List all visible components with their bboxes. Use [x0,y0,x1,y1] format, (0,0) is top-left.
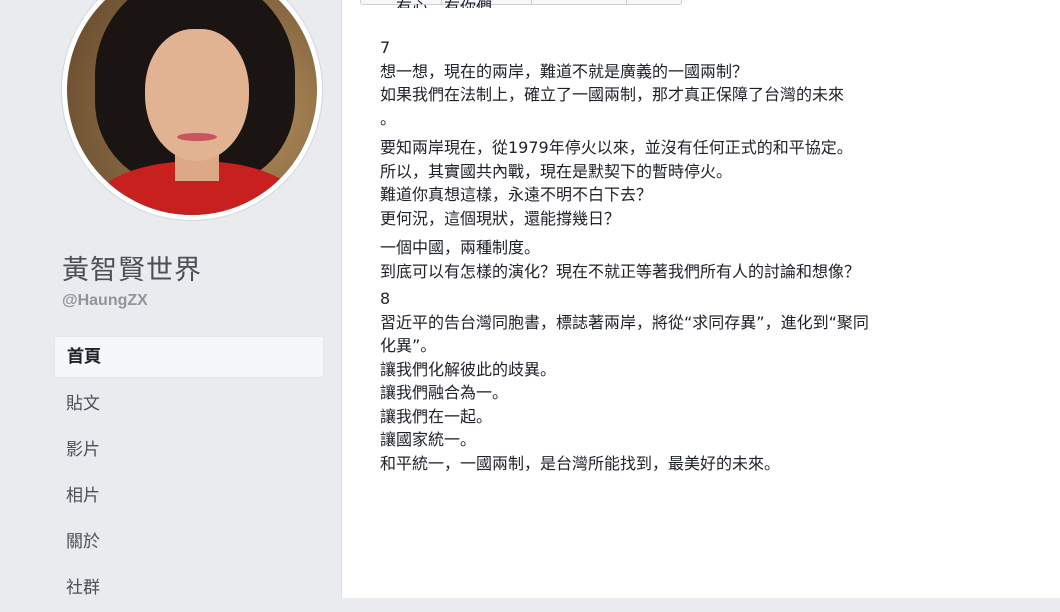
left-column: 黃智賢世界 @HaungZX 首頁 貼文 影片 相片 關於 社群 [0,0,340,598]
post-line: 讓我們融合為一。 [380,383,509,402]
page-nav: 首頁 貼文 影片 相片 關於 社群 [54,336,324,612]
nav-item-about[interactable]: 關於 [54,520,324,566]
section-number-8: 8 [380,289,391,308]
post-line: 習近平的告台灣同胞書，標誌著兩岸，將從“求同存異”，進化到“聚同 [380,312,869,332]
post-line: 更何況，這個現狀，還能撐幾日？ [380,208,621,228]
post-line: 要知兩岸現在，從1979年停火以來，並沒有任何正式的和平協定。 [380,138,853,157]
avatar-face [145,29,249,161]
nav-item-videos[interactable]: 影片 [54,428,324,474]
post-line: 讓國家統一。 [380,430,477,449]
post-body: 7 想一想，現在的兩岸，難道不就是廣義的一國兩制？ 如果我們在法制上，確立了一國… [380,36,1050,475]
post-line: 讓我們在一起。 [380,406,493,426]
post-line: 所以，其實國共內戰，現在是默契下的暫時停火。 [380,161,733,181]
nav-item-community[interactable]: 社群 [54,566,324,612]
post-line: 化異”。 [380,336,437,355]
post-line: 。 [380,108,397,128]
tab-divider [626,0,627,4]
post-line: 如果我們在法制上，確立了一國兩制，那才真正保障了台灣的未來 [380,85,845,104]
post-line: 到底可以有怎樣的演化？現在不就正等著我們所有人的討論和想像？ [380,261,861,281]
post-card: 。有心，有你們 7 想一想，現在的兩岸，難道不就是廣義的一國兩制？ 如果我們在法… [341,0,1060,598]
clipped-text-line: 。有心，有你們 [380,0,550,8]
nav-item-photos[interactable]: 相片 [54,474,324,520]
nav-item-posts[interactable]: 貼文 [54,382,324,428]
post-line: 一個中國，兩種制度。 [380,238,541,257]
post-line: 讓我們化解彼此的歧異。 [380,359,557,379]
post-line: 想一想，現在的兩岸，難道不就是廣義的一國兩制？ [380,61,749,81]
profile-avatar[interactable] [62,0,322,220]
post-line: 和平統一，一國兩制，是台灣所能找到，最美好的未來。 [380,453,781,473]
page-handle[interactable]: @HaungZX [62,292,148,310]
section-number-7: 7 [380,38,391,57]
page-name[interactable]: 黃智賢世界 [62,248,202,287]
avatar-lips [177,133,217,141]
nav-item-home[interactable]: 首頁 [54,336,324,378]
post-line: 難道你真想這樣，永遠不明不白下去？ [380,185,653,204]
